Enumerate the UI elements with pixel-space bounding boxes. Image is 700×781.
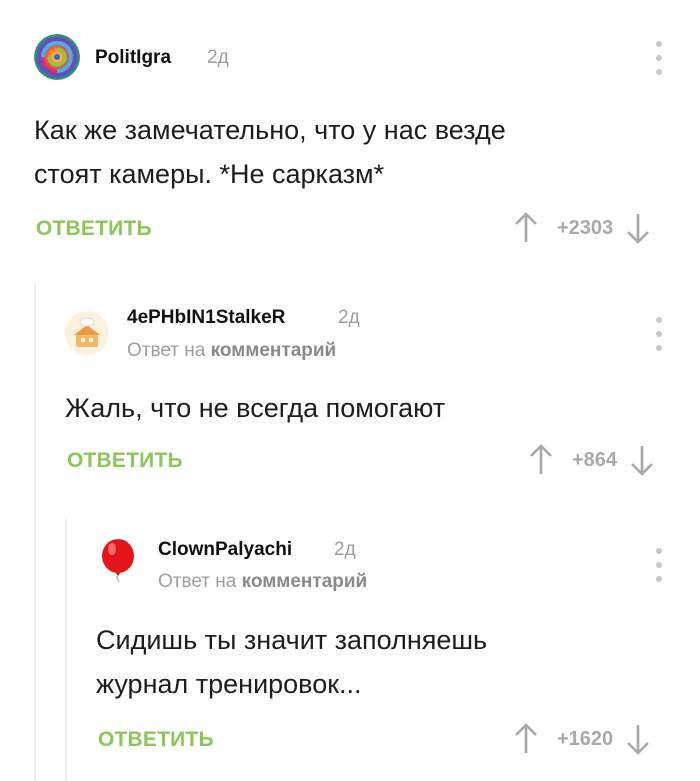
reply-to-link[interactable]: комментарий <box>211 340 337 361</box>
vote-controls: +2303 <box>513 211 651 245</box>
more-options-icon[interactable] <box>654 317 664 351</box>
comment-text-line: журнал тренировок... <box>96 669 362 699</box>
avatar[interactable] <box>34 34 80 80</box>
author-name[interactable]: 4ePHbIN1StalkeR <box>127 307 285 329</box>
comment-text: Жаль, что не всегда помогают <box>65 386 445 430</box>
chef-house-avatar-icon <box>65 311 109 355</box>
comment-time: 2д <box>207 47 229 68</box>
reply-to-prefix: Ответ на <box>127 340 206 361</box>
downvote-arrow-icon[interactable] <box>625 211 651 245</box>
comment-text-line: Жаль, что не всегда помогают <box>65 393 446 423</box>
thread-line <box>65 518 67 781</box>
author-name[interactable]: ClownPalyachi <box>158 539 292 561</box>
rating-value: +2303 <box>557 216 614 239</box>
downvote-arrow-icon[interactable] <box>629 443 655 477</box>
rating-value: +864 <box>572 448 618 471</box>
reply-to-label[interactable]: Ответ на комментарий <box>127 340 336 362</box>
upvote-arrow-icon[interactable] <box>528 443 554 477</box>
reply-to-link[interactable]: комментарий <box>242 571 368 592</box>
reply-to-label[interactable]: Ответ на комментарий <box>158 571 367 593</box>
rating-value: +1620 <box>557 727 614 750</box>
vote-controls: +1620 <box>513 722 651 756</box>
more-options-icon[interactable] <box>654 41 664 75</box>
red-balloon-avatar-icon <box>102 539 134 582</box>
comment-text-line: Сидишь ты значит заполняешь <box>96 625 488 655</box>
reply-button[interactable]: ОТВЕТИТЬ <box>36 217 152 241</box>
rainbow-swirl-avatar-icon <box>34 34 80 80</box>
comment-time: 2д <box>338 307 360 328</box>
vote-controls: +864 <box>528 443 655 477</box>
comment-text-line: стоят камеры. *Не сарказм* <box>34 159 385 189</box>
reply-button[interactable]: ОТВЕТИТЬ <box>67 449 183 473</box>
comment-text: Как же замечательно, что у нас везде сто… <box>34 108 506 196</box>
reply-to-prefix: Ответ на <box>158 571 237 592</box>
upvote-arrow-icon[interactable] <box>513 211 539 245</box>
thread-line <box>34 283 36 781</box>
reply-button[interactable]: ОТВЕТИТЬ <box>98 728 214 752</box>
comment-text: Сидишь ты значит заполняешь журнал трени… <box>96 618 487 706</box>
more-options-icon[interactable] <box>654 548 664 582</box>
avatar[interactable] <box>65 311 109 355</box>
avatar[interactable] <box>96 538 140 582</box>
comment-text-line: Как же замечательно, что у нас везде <box>34 115 506 145</box>
author-name[interactable]: PolitIgra <box>95 47 171 69</box>
upvote-arrow-icon[interactable] <box>513 722 539 756</box>
comment-time: 2д <box>334 539 356 560</box>
downvote-arrow-icon[interactable] <box>625 722 651 756</box>
